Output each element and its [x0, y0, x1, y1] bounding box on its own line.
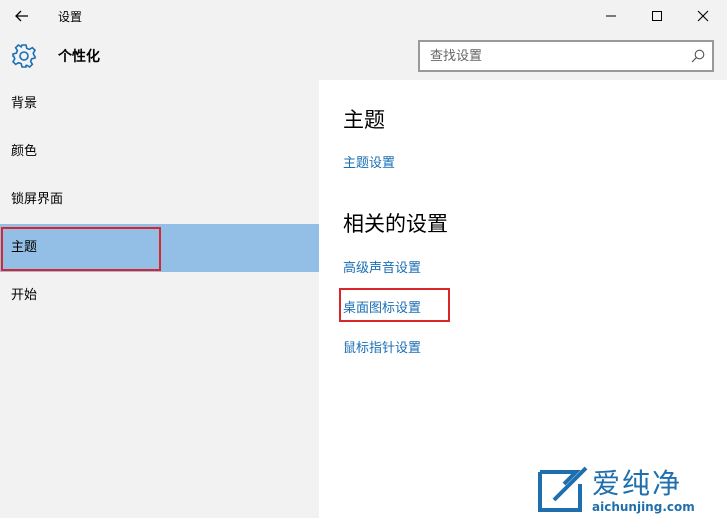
close-icon — [697, 10, 709, 22]
search-input[interactable] — [420, 42, 688, 70]
sidebar: 背景 颜色 锁屏界面 主题 开始 — [0, 80, 319, 518]
theme-settings-link[interactable]: 主题设置 — [343, 152, 395, 171]
back-arrow-icon — [15, 10, 28, 22]
minimize-button[interactable] — [588, 0, 634, 32]
watermark-logo: 爱纯净 aichunjing.com — [530, 462, 727, 518]
watermark-icon — [538, 466, 588, 512]
sidebar-item-label: 开始 — [11, 288, 38, 303]
watermark-text-en: aichunjing.com — [592, 500, 695, 514]
related-settings-heading: 相关的设置 — [343, 212, 448, 236]
sidebar-item-label: 锁屏界面 — [11, 192, 64, 207]
search-icon[interactable] — [690, 48, 706, 64]
watermark-text-cn: 爱纯净 — [592, 467, 683, 500]
sidebar-item-lock-screen[interactable]: 锁屏界面 — [0, 176, 319, 224]
title-bar: 设置 — [0, 0, 727, 32]
page-header: 个性化 — [0, 32, 727, 80]
theme-heading: 主题 — [343, 108, 385, 132]
sidebar-item-background[interactable]: 背景 — [0, 80, 319, 128]
sidebar-item-colors[interactable]: 颜色 — [0, 128, 319, 176]
back-button[interactable] — [8, 4, 36, 28]
page-title: 个性化 — [58, 49, 100, 65]
sidebar-item-start[interactable]: 开始 — [0, 272, 319, 320]
gear-icon — [10, 42, 38, 70]
advanced-sound-settings-link[interactable]: 高级声音设置 — [343, 257, 421, 276]
maximize-button[interactable] — [634, 0, 680, 32]
sidebar-item-label: 背景 — [11, 96, 38, 111]
close-button[interactable] — [680, 0, 726, 32]
minimize-icon — [606, 15, 616, 17]
maximize-icon — [652, 11, 662, 21]
highlight-box-themes — [1, 227, 161, 271]
mouse-pointer-settings-link[interactable]: 鼠标指针设置 — [343, 337, 421, 356]
window-title: 设置 — [58, 10, 83, 24]
sidebar-item-label: 颜色 — [11, 144, 38, 159]
highlight-box-desktop-icons — [339, 288, 450, 322]
search-box[interactable] — [418, 40, 714, 72]
